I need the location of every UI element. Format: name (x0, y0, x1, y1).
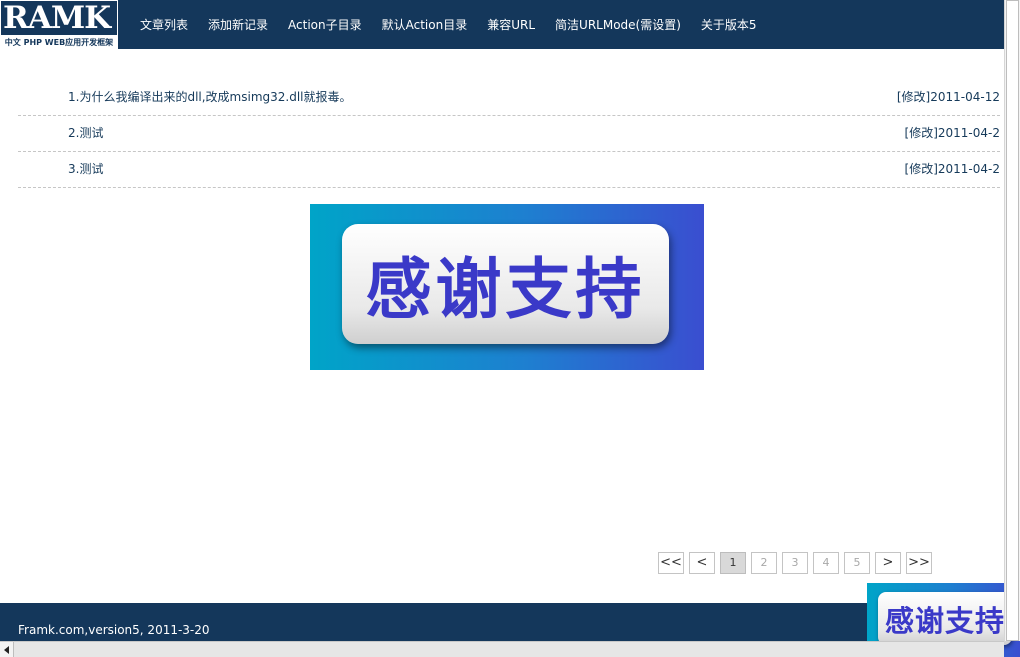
list-item: 3.测试 [修改]2011-04-2 (18, 152, 1000, 188)
main-nav: 文章列表 添加新记录 Action子目录 默认Action目录 兼容URL 简洁… (130, 0, 767, 49)
floating-banner-text: 感谢支持 (884, 603, 1005, 638)
header-bar: RAMK 中文 PHP WEB应用开发框架 文章列表 添加新记录 Action子… (0, 0, 1004, 49)
article-date: 2011-04-12 (930, 90, 1000, 104)
footer-text: Framk.com,version5, 2011-3-20 (18, 623, 210, 637)
page-button-5[interactable]: 5 (844, 552, 870, 574)
edit-link[interactable]: [修改] (905, 126, 938, 140)
banner-text: 感谢支持 (365, 251, 646, 328)
vertical-scroll-thumb[interactable] (1006, 0, 1019, 641)
list-item: 2.测试 [修改]2011-04-2 (18, 116, 1000, 152)
nav-simple-urlmode[interactable]: 简洁URLMode(需设置) (555, 16, 681, 33)
first-page-button[interactable]: << (658, 552, 684, 574)
vertical-scrollbar[interactable] (1004, 0, 1020, 641)
thanks-banner-image: 感谢支持 (310, 204, 704, 370)
footer-bar: Framk.com,version5, 2011-3-20 (0, 603, 1004, 641)
nav-action-subdir[interactable]: Action子目录 (288, 16, 362, 33)
floating-banner-pill: 感谢支持 (878, 592, 1012, 645)
pagination: << < 1 2 3 4 5 > >> (658, 552, 937, 574)
article-meta: [修改]2011-04-2 (905, 160, 1000, 177)
article-date: 2011-04-2 (937, 162, 1000, 176)
nav-default-action-dir[interactable]: 默认Action目录 (382, 16, 468, 33)
article-meta: [修改]2011-04-2 (905, 124, 1000, 141)
scroll-left-arrow-icon[interactable] (0, 642, 14, 657)
banner-pill: 感谢支持 (342, 224, 669, 344)
article-list: 1.为什么我编译出来的dll,改成msimg32.dll就报毒。 [修改]201… (18, 80, 1000, 188)
prev-page-button[interactable]: < (689, 552, 715, 574)
nav-about-version[interactable]: 关于版本5 (701, 16, 757, 33)
logo-subtitle: 中文 PHP WEB应用开发框架 (4, 38, 114, 47)
site-logo[interactable]: RAMK 中文 PHP WEB应用开发框架 (0, 0, 118, 49)
logo-wordmark: RAMK (1, 1, 117, 35)
article-title-link[interactable]: 2.测试 (68, 124, 103, 141)
edit-link[interactable]: [修改] (905, 162, 938, 176)
article-title-link[interactable]: 3.测试 (68, 160, 103, 177)
page-button-2[interactable]: 2 (751, 552, 777, 574)
nav-compatible-url[interactable]: 兼容URL (487, 16, 535, 33)
horizontal-scrollbar[interactable] (0, 641, 1004, 657)
article-date: 2011-04-2 (937, 126, 1000, 140)
next-page-button[interactable]: > (875, 552, 901, 574)
last-page-button[interactable]: >> (906, 552, 932, 574)
page-button-3[interactable]: 3 (782, 552, 808, 574)
list-item: 1.为什么我编译出来的dll,改成msimg32.dll就报毒。 [修改]201… (18, 80, 1000, 116)
article-title-link[interactable]: 1.为什么我编译出来的dll,改成msimg32.dll就报毒。 (68, 88, 352, 105)
page-button-4[interactable]: 4 (813, 552, 839, 574)
nav-article-list[interactable]: 文章列表 (140, 16, 188, 33)
edit-link[interactable]: [修改] (897, 90, 930, 104)
nav-add-record[interactable]: 添加新记录 (208, 16, 268, 33)
article-meta: [修改]2011-04-12 (897, 88, 1000, 105)
page-button-1[interactable]: 1 (720, 552, 746, 574)
